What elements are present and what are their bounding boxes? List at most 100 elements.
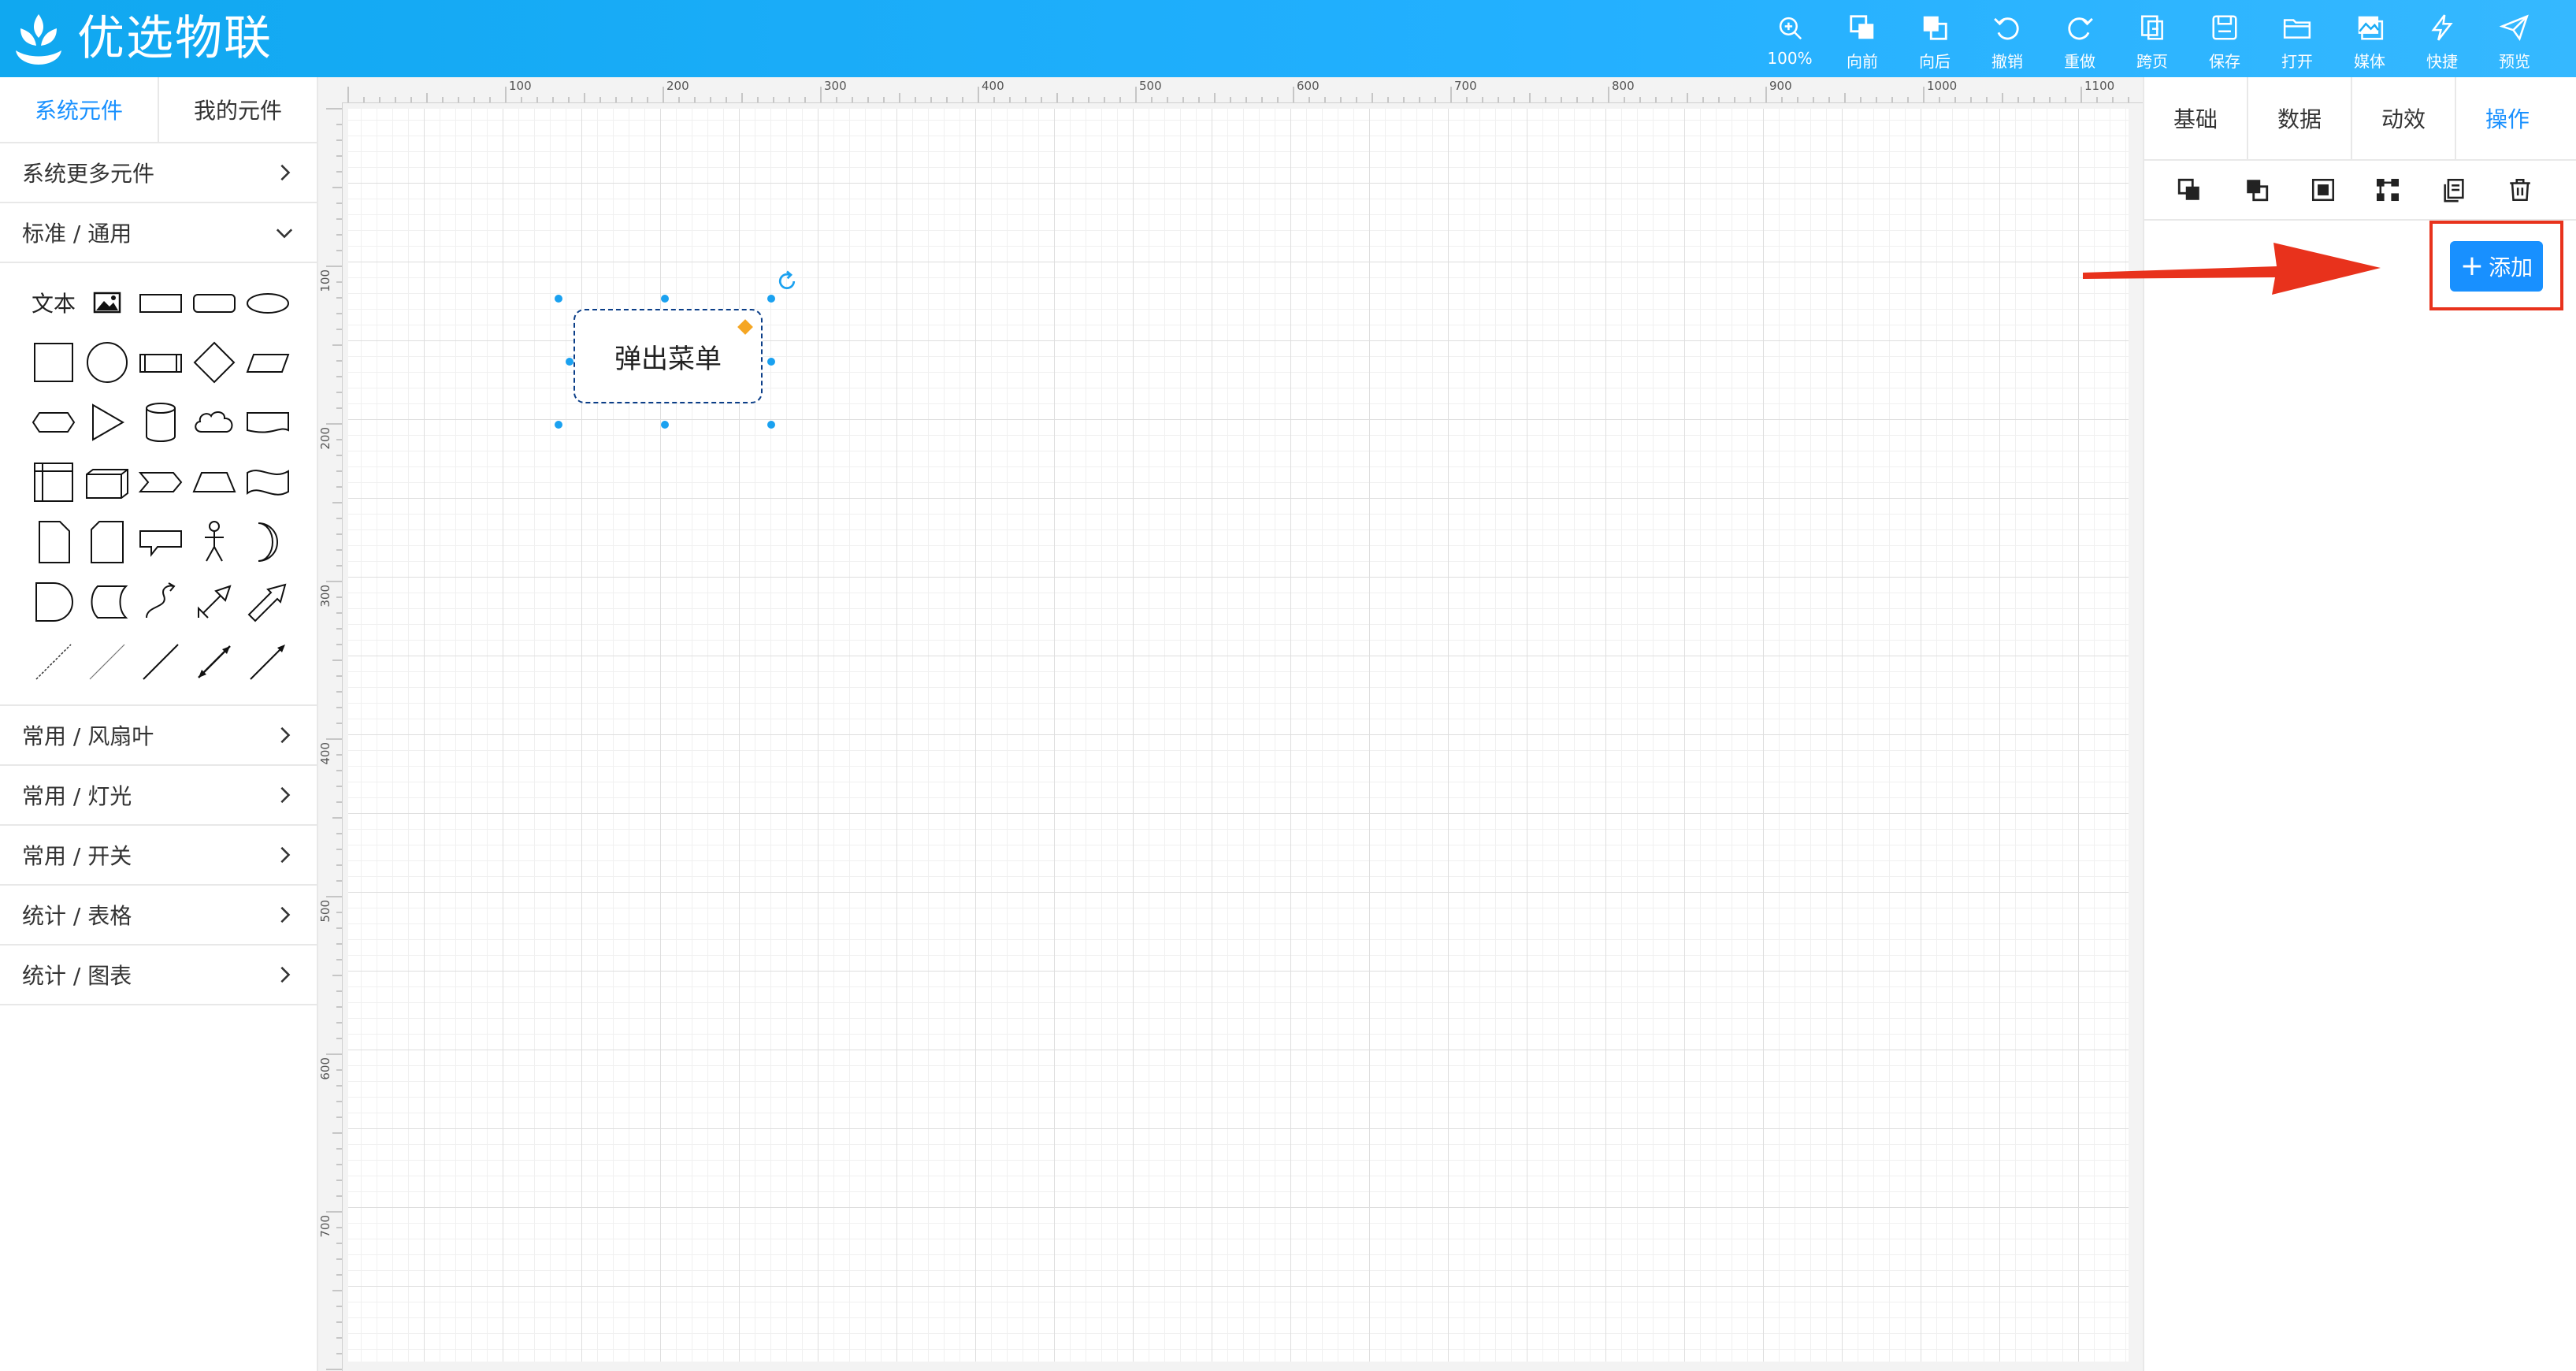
shape-parallelogram[interactable]	[241, 336, 295, 389]
tab-basic[interactable]: 基础	[2144, 77, 2248, 159]
shape-triangle[interactable]	[80, 396, 134, 449]
shape-text[interactable]: 文本	[27, 276, 80, 329]
app-header: 优选物联 100% 向前 向后 撤销 重做 跨页 保存 打开 媒体 快捷 预览	[0, 0, 2576, 77]
shape-arrow-line[interactable]	[241, 635, 295, 689]
shape-trapezoid[interactable]	[187, 455, 241, 509]
shape-callout[interactable]	[134, 515, 187, 569]
ruler-corner	[318, 77, 342, 102]
shape-process[interactable]	[134, 336, 187, 389]
stored-data-icon	[91, 585, 128, 619]
shape-cylinder[interactable]	[134, 396, 187, 449]
ruler-y-label: 600	[318, 1057, 332, 1080]
resize-handle-bottom-left[interactable]	[555, 421, 562, 429]
resize-handle-bottom-right[interactable]	[767, 421, 775, 429]
hexagon-icon	[32, 412, 76, 433]
undo-button[interactable]: 撤销	[1971, 0, 2043, 77]
shape-bidirectional-arrow-line[interactable]	[187, 635, 241, 689]
annotation-arrow-icon	[2083, 243, 2381, 295]
shape-moon[interactable]	[241, 515, 295, 569]
shape-actor[interactable]	[187, 515, 241, 569]
standard-section-header[interactable]: 标准 / 通用	[0, 203, 317, 263]
resize-handle-top[interactable]	[661, 295, 669, 303]
shape-card[interactable]	[80, 515, 134, 569]
category-label: 常用 / 开关	[22, 843, 132, 869]
category-lights[interactable]: 常用 / 灯光	[0, 766, 317, 826]
shape-delay[interactable]	[27, 575, 80, 629]
category-switches[interactable]: 常用 / 开关	[0, 826, 317, 886]
shape-ellipse[interactable]	[241, 276, 295, 329]
ruler-y-label: 300	[318, 585, 332, 607]
preview-button[interactable]: 预览	[2478, 0, 2551, 77]
category-tables[interactable]: 统计 / 表格	[0, 886, 317, 946]
rectangle-icon	[139, 294, 182, 313]
shape-hexagon[interactable]	[27, 396, 80, 449]
shape-thin-line[interactable]	[80, 635, 134, 689]
brand: 优选物联	[13, 6, 273, 71]
shape-rounded-rectangle[interactable]	[187, 276, 241, 329]
shape-document[interactable]	[241, 396, 295, 449]
group-icon[interactable]	[2310, 176, 2337, 203]
tab-actions[interactable]: 操作	[2456, 77, 2559, 159]
shape-diamond[interactable]	[187, 336, 241, 389]
zoom-button[interactable]: 100%	[1754, 0, 1826, 77]
ruler-x-label: 400	[982, 79, 1004, 93]
more-components-row[interactable]: 系统更多元件	[0, 143, 317, 203]
resize-handle-top-right[interactable]	[767, 295, 775, 303]
shape-cloud[interactable]	[187, 396, 241, 449]
quick-button[interactable]: 快捷	[2406, 0, 2478, 77]
cross-page-button[interactable]: 跨页	[2116, 0, 2188, 77]
resize-handle-right[interactable]	[767, 358, 775, 366]
chevron-down-icon	[276, 228, 293, 239]
resize-handle-left[interactable]	[566, 358, 573, 366]
tab-my-components[interactable]: 我的元件	[159, 77, 317, 142]
save-button[interactable]: 保存	[2188, 0, 2261, 77]
category-label: 常用 / 风扇叶	[22, 723, 154, 749]
bring-forward-icon[interactable]	[2176, 176, 2203, 203]
note-icon	[39, 521, 70, 563]
rotate-icon[interactable]	[775, 269, 799, 293]
trash-icon[interactable]	[2507, 176, 2533, 203]
shape-dashed-line[interactable]	[27, 635, 80, 689]
media-button[interactable]: 媒体	[2333, 0, 2406, 77]
shape-line[interactable]	[134, 635, 187, 689]
arrange-toolbar	[2144, 161, 2576, 221]
popup-menu-node[interactable]: 弹出菜单	[573, 309, 763, 403]
send-backward-icon	[1923, 16, 1947, 40]
drawing-canvas[interactable]: 弹出菜单	[348, 109, 2129, 1362]
tab-data[interactable]: 数据	[2248, 77, 2352, 159]
square-icon	[34, 343, 73, 382]
ungroup-icon[interactable]	[2374, 176, 2401, 203]
property-tabs: 基础 数据 动效 操作	[2144, 77, 2576, 161]
card-icon	[91, 521, 124, 563]
send-backward-icon[interactable]	[2244, 176, 2270, 203]
shape-step[interactable]	[134, 455, 187, 509]
copy-icon[interactable]	[2441, 176, 2467, 203]
resize-handle-bottom[interactable]	[661, 421, 669, 429]
component-panel: 系统元件 我的元件 系统更多元件 标准 / 通用 文本 常用 / 风扇叶 常用 …	[0, 77, 318, 1371]
tab-animation[interactable]: 动效	[2352, 77, 2456, 159]
shape-square[interactable]	[27, 336, 80, 389]
shape-internal-storage[interactable]	[27, 455, 80, 509]
shape-note[interactable]	[27, 515, 80, 569]
shape-image[interactable]	[80, 276, 134, 329]
step-icon	[138, 472, 183, 492]
open-button[interactable]: 打开	[2261, 0, 2333, 77]
category-fan-blades[interactable]: 常用 / 风扇叶	[0, 706, 317, 766]
resize-handle-top-left[interactable]	[555, 295, 562, 303]
shape-arrow[interactable]	[241, 575, 295, 629]
shape-tape[interactable]	[241, 455, 295, 509]
shape-double-arrow[interactable]	[187, 575, 241, 629]
bring-forward-button[interactable]: 向前	[1826, 0, 1899, 77]
ruler-y-label: 100	[318, 269, 332, 292]
add-action-button[interactable]: + 添加	[2450, 241, 2543, 292]
shape-stored-data[interactable]	[80, 575, 134, 629]
shape-circle[interactable]	[80, 336, 134, 389]
tab-system-components[interactable]: 系统元件	[0, 77, 159, 142]
shape-rectangle[interactable]	[134, 276, 187, 329]
shape-curve[interactable]	[134, 575, 187, 629]
send-backward-button[interactable]: 向后	[1899, 0, 1971, 77]
redo-button[interactable]: 重做	[2043, 0, 2116, 77]
shape-cube[interactable]	[80, 455, 134, 509]
category-charts[interactable]: 统计 / 图表	[0, 946, 317, 1005]
ruler-y-label: 500	[318, 900, 332, 923]
